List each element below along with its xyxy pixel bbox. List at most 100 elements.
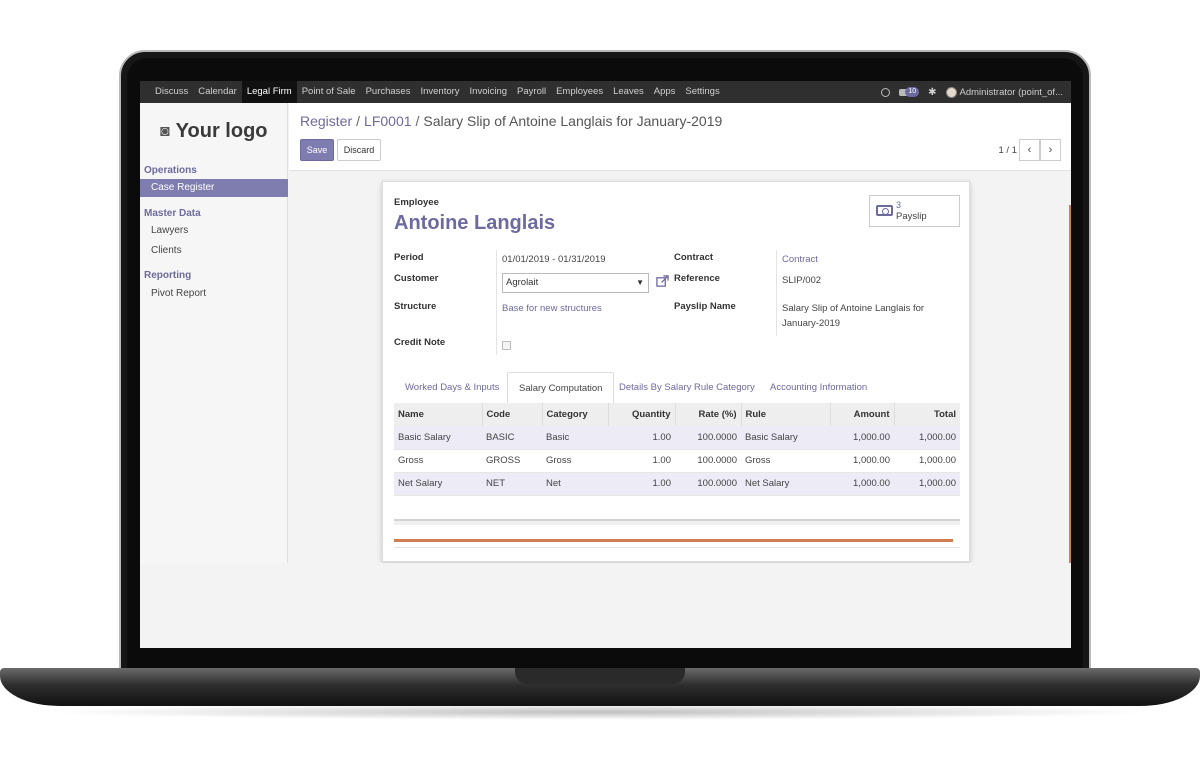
menu-legal-firm[interactable]: Legal Firm	[241, 81, 297, 103]
payslip-stat-label: Payslip	[896, 211, 927, 222]
save-button[interactable]: Save	[300, 139, 334, 161]
column-header-category[interactable]: Category	[542, 403, 609, 426]
cell-name: Net Salary	[394, 472, 482, 496]
customer-select[interactable]: Agrolait ▼	[502, 273, 649, 293]
form-sheet: Employee Antoine Langlais 3 Payslip Peri…	[382, 181, 970, 562]
credit-note-checkbox[interactable]	[502, 341, 511, 350]
period-label: Period	[394, 252, 424, 263]
screen-bottom-area	[140, 563, 1071, 648]
pager-next-button[interactable]: ›	[1040, 139, 1061, 161]
table-row[interactable]: Gross GROSS Gross 1.00 100.0000 Gross 1,…	[394, 449, 960, 473]
laptop-shadow	[40, 704, 1160, 720]
cell-total: 1,000.00	[894, 472, 960, 496]
orange-divider	[394, 539, 953, 542]
period-value[interactable]: 01/01/2019 - 01/31/2019	[502, 254, 606, 265]
tab-worked-days[interactable]: Worked Days & Inputs	[394, 372, 510, 404]
cell-rule: Net Salary	[741, 472, 830, 496]
discard-button[interactable]: Discard	[337, 139, 381, 161]
menu-discuss[interactable]: Discuss	[150, 81, 193, 103]
money-icon	[876, 205, 893, 216]
sidebar-item-clients[interactable]: Clients	[140, 242, 288, 260]
sidebar-item-pivot-report[interactable]: Pivot Report	[140, 285, 288, 303]
payslip-name-line1[interactable]: Salary Slip of Antoine Langlais for	[782, 303, 924, 314]
tab-details-by-category[interactable]: Details By Salary Rule Category	[608, 372, 766, 404]
menu-inventory[interactable]: Inventory	[415, 81, 464, 103]
caret-down-icon: ▼	[636, 278, 644, 287]
sidebar-item-case-register[interactable]: Case Register	[140, 179, 288, 197]
group-divider	[496, 250, 497, 355]
column-header-code[interactable]: Code	[482, 403, 543, 426]
column-header-rate[interactable]: Rate (%)	[675, 403, 742, 426]
breadcrumb-lf0001[interactable]: LF0001	[364, 113, 411, 129]
pager-previous-button[interactable]: ‹	[1019, 139, 1040, 161]
bug-icon[interactable]: ✱	[928, 87, 936, 98]
table-footer-bar	[394, 519, 960, 525]
column-header-amount[interactable]: Amount	[830, 403, 895, 426]
cell-amount: 1,000.00	[830, 426, 894, 450]
notebook-tabs: Worked Days & Inputs Salary Computation …	[394, 372, 960, 404]
sidebar-item-lawyers[interactable]: Lawyers	[140, 222, 288, 240]
payslip-count: 3	[896, 200, 902, 210]
cell-rate: 100.0000	[675, 426, 741, 450]
table-row[interactable]: Basic Salary BASIC Basic 1.00 100.0000 B…	[394, 426, 960, 450]
payslip-name-line2[interactable]: January-2019	[782, 318, 840, 329]
scroll-indicator	[1069, 205, 1071, 563]
thin-divider	[394, 547, 960, 548]
breadcrumb-current: Salary Slip of Antoine Langlais for Janu…	[423, 113, 723, 129]
column-header-name[interactable]: Name	[394, 403, 483, 426]
employee-label: Employee	[394, 197, 439, 208]
sidebar-section-master-data: Master Data	[144, 208, 201, 219]
tab-accounting-information[interactable]: Accounting Information	[759, 372, 878, 404]
chat-icon[interactable]: 10	[899, 87, 920, 97]
menu-purchases[interactable]: Purchases	[361, 81, 416, 103]
cell-total: 1,000.00	[894, 449, 960, 473]
contract-link[interactable]: Contract	[782, 254, 818, 265]
cell-category: Gross	[542, 449, 608, 473]
external-link-icon[interactable]	[656, 275, 669, 288]
cell-quantity: 1.00	[608, 426, 675, 450]
payslip-stat-button[interactable]: 3 Payslip	[869, 195, 960, 227]
clock-icon[interactable]	[881, 87, 891, 97]
chat-badge: 10	[905, 87, 920, 97]
credit-note-label: Credit Note	[394, 337, 446, 348]
top-navbar: Discuss Calendar Legal Firm Point of Sal…	[140, 81, 1071, 103]
contract-label: Contract	[674, 252, 714, 263]
menu-employees[interactable]: Employees	[551, 81, 608, 103]
menu-point-of-sale[interactable]: Point of Sale	[297, 81, 361, 103]
breadcrumb-register[interactable]: Register	[300, 113, 352, 129]
structure-link[interactable]: Base for new structures	[502, 303, 602, 314]
structure-label: Structure	[394, 301, 437, 312]
reference-label: Reference	[674, 273, 720, 284]
menu-calendar[interactable]: Calendar	[193, 81, 242, 103]
cell-rule: Gross	[741, 449, 830, 473]
menu-settings[interactable]: Settings	[680, 81, 724, 103]
menu-invoicing[interactable]: Invoicing	[465, 81, 513, 103]
column-header-quantity[interactable]: Quantity	[608, 403, 676, 426]
sidebar-section-operations: Operations	[144, 165, 197, 176]
menu-apps[interactable]: Apps	[649, 81, 681, 103]
pager-value: 1 / 1	[998, 145, 1018, 156]
logo-text: Your logo	[175, 120, 268, 142]
table-header-row: Name Code Category Quantity Rate (%) Rul…	[394, 403, 960, 426]
company-logo: ◙ Your logo	[160, 120, 268, 143]
cell-category: Net	[542, 472, 608, 496]
column-header-total[interactable]: Total	[894, 403, 960, 426]
column-header-rule[interactable]: Rule	[741, 403, 831, 426]
main-content: Register / LF0001 / Salary Slip of Antoi…	[289, 103, 1071, 563]
payslip-name-label: Payslip Name	[674, 301, 736, 312]
breadcrumb-separator: /	[415, 113, 420, 129]
user-menu[interactable]: Administrator (point_of...	[945, 86, 1063, 98]
cell-category: Basic	[542, 426, 608, 450]
cell-name: Gross	[394, 449, 482, 473]
cell-code: NET	[482, 472, 542, 496]
breadcrumb: Register / LF0001 / Salary Slip of Antoi…	[300, 113, 722, 129]
menu-payroll[interactable]: Payroll	[512, 81, 551, 103]
customer-value: Agrolait	[506, 277, 539, 288]
menu-leaves[interactable]: Leaves	[608, 81, 649, 103]
tab-salary-computation[interactable]: Salary Computation	[507, 372, 615, 404]
reference-value[interactable]: SLIP/002	[782, 275, 821, 286]
table-row[interactable]: Net Salary NET Net 1.00 100.0000 Net Sal…	[394, 472, 960, 496]
salary-lines-table: Name Code Category Quantity Rate (%) Rul…	[394, 403, 960, 496]
screen: Discuss Calendar Legal Firm Point of Sal…	[140, 81, 1071, 648]
systray: 10 ✱ Administrator (point_of...	[881, 81, 1063, 103]
